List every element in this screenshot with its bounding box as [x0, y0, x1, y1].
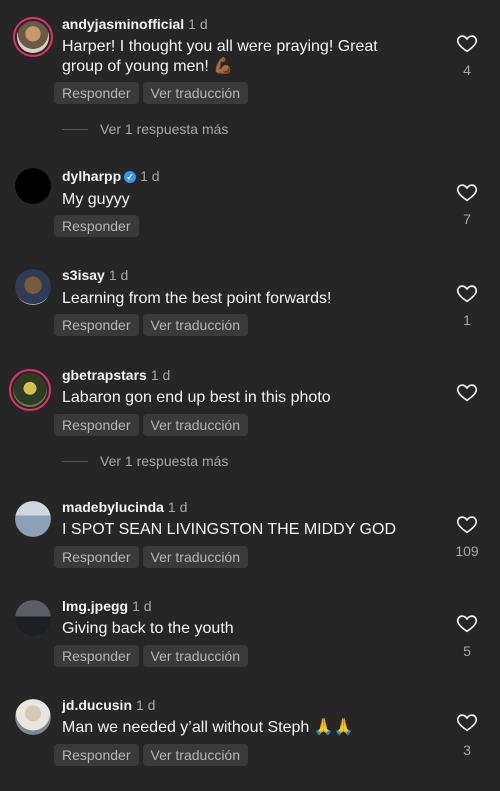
avatar[interactable]: [15, 269, 51, 305]
divider: [62, 128, 88, 130]
reply-button[interactable]: Responder: [54, 82, 139, 104]
like-count: 3: [463, 742, 471, 758]
avatar[interactable]: [9, 369, 51, 411]
view-more-replies[interactable]: Ver 1 respuesta más: [62, 121, 228, 137]
translate-button[interactable]: Ver traducción: [142, 82, 248, 104]
avatar[interactable]: [15, 501, 51, 537]
like-count: 7: [463, 211, 471, 227]
comment-username[interactable]: gbetrapstars 1 d: [62, 367, 170, 383]
like-count: 109: [455, 543, 479, 559]
comment-time: 1 d: [140, 168, 160, 184]
translate-button[interactable]: Ver traducción: [142, 744, 248, 766]
comment-text: Giving back to the youth: [62, 620, 234, 637]
comment-time: 1 d: [167, 499, 188, 515]
avatar[interactable]: [15, 600, 51, 636]
view-more-replies[interactable]: Ver 1 respuesta más: [62, 453, 228, 469]
heart-outline-icon[interactable]: [456, 181, 478, 203]
translate-button[interactable]: Ver traducción: [142, 414, 248, 436]
comment-username[interactable]: s3isay 1 d: [62, 267, 128, 283]
heart-outline-icon[interactable]: [456, 381, 478, 403]
avatar[interactable]: [13, 17, 53, 57]
comment-time: 1 d: [188, 16, 208, 32]
comment-time: 1 d: [150, 367, 171, 383]
comment-text: Harper! I thought you all were praying! …: [62, 38, 378, 75]
verified-badge-icon: ✓: [124, 171, 137, 183]
translate-button[interactable]: Ver traducción: [142, 546, 248, 568]
comment-username[interactable]: madebylucinda 1 d: [62, 499, 187, 515]
like-count: 4: [463, 62, 471, 78]
reply-button[interactable]: Responder: [54, 645, 139, 667]
heart-outline-icon[interactable]: [456, 513, 478, 535]
heart-outline-icon[interactable]: [456, 711, 478, 733]
reply-button[interactable]: Responder: [54, 546, 139, 568]
heart-outline-icon[interactable]: [456, 32, 478, 54]
reply-button[interactable]: Responder: [54, 414, 139, 436]
like-count: 5: [463, 643, 471, 659]
comment-username[interactable]: lmg.jpegg 1 d: [62, 598, 152, 614]
divider: [62, 460, 88, 462]
comment-time: 1 d: [108, 267, 129, 283]
comment-time: 1 d: [136, 697, 156, 713]
comment-text: Labaron gon end up best in this photo: [62, 389, 331, 406]
translate-button[interactable]: Ver traducción: [142, 645, 248, 667]
like-count: 1: [463, 312, 471, 328]
reply-button[interactable]: Responder: [54, 215, 139, 237]
comment-username[interactable]: andyjasminofficial 1 d: [62, 16, 208, 32]
comment-time: 1 d: [132, 598, 152, 614]
heart-outline-icon[interactable]: [456, 612, 478, 634]
translate-button[interactable]: Ver traducción: [142, 314, 248, 336]
comment-username[interactable]: jd.ducusin 1 d: [62, 697, 155, 713]
comment-text: Learning from the best point forwards!: [62, 290, 332, 307]
reply-button[interactable]: Responder: [54, 744, 139, 766]
avatar[interactable]: [15, 168, 51, 204]
comment-username[interactable]: dylharpp ✓ 1 d: [62, 168, 160, 184]
reply-button[interactable]: Responder: [54, 314, 139, 336]
heart-outline-icon[interactable]: [456, 282, 478, 304]
comment-text: My guyyy: [62, 191, 130, 208]
comment-text: I SPOT SEAN LIVINGSTON THE MIDDY GOD: [62, 521, 396, 538]
avatar[interactable]: [15, 699, 51, 735]
comment-text: Man we needed y’all without Steph 🙏🙏: [62, 719, 354, 736]
